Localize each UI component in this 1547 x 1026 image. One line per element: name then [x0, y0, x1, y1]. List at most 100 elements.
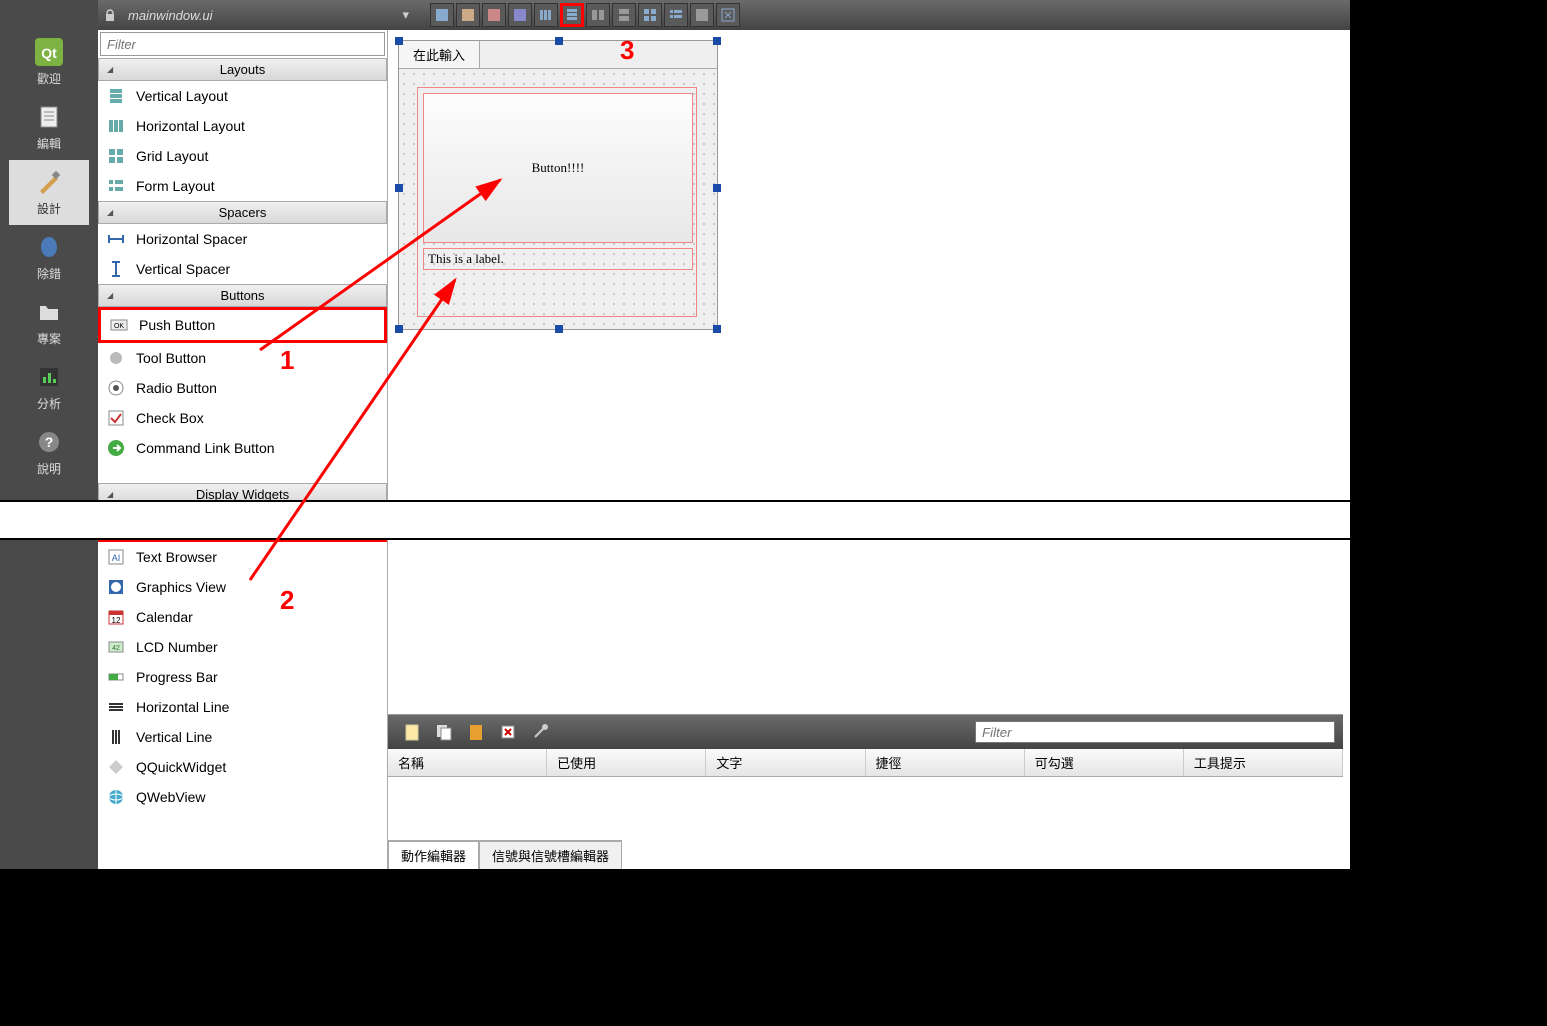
menu-placeholder[interactable]: 在此輸入 [399, 41, 480, 68]
action-filter-input[interactable] [975, 721, 1335, 743]
edit-widgets-icon[interactable] [430, 3, 454, 27]
svg-text:OK: OK [114, 323, 124, 330]
category-header[interactable]: Spacers [98, 201, 387, 224]
lcd-icon: 42 [106, 637, 126, 657]
widget-item-label: Radio Button [136, 380, 217, 396]
svg-text:12: 12 [112, 616, 121, 625]
widget-item-label: LCD Number [136, 639, 218, 655]
edit-tab-order-icon[interactable] [508, 3, 532, 27]
copy-action-icon[interactable] [432, 720, 456, 744]
table-column-header[interactable]: 文字 [706, 749, 865, 776]
widget-item-label: Text Browser [136, 549, 217, 565]
ok-icon: OK [109, 315, 129, 335]
layout-hsplit-icon[interactable] [586, 3, 610, 27]
svg-text:Qt: Qt [41, 45, 57, 61]
action-table-header: 名稱已使用文字捷徑可勾選工具提示 [388, 749, 1343, 777]
widget-item-label: QWebView [136, 789, 206, 805]
label-widget[interactable]: This is a label. [423, 248, 693, 270]
widget-item-label: Horizontal Line [136, 699, 229, 715]
widget-item-form-layout[interactable]: Form Layout [98, 171, 387, 201]
form-window[interactable]: 在此輸入 Button!!!! This is a label. [398, 40, 718, 330]
vertical-layout-container[interactable]: Button!!!! This is a label. [417, 87, 697, 317]
widget-item-graphics-view[interactable]: Graphics View [98, 572, 387, 602]
widget-item-tool-button[interactable]: Tool Button [98, 343, 387, 373]
sidebar-project[interactable]: 專案 [9, 290, 89, 355]
widget-item-horizontal-layout[interactable]: Horizontal Layout [98, 111, 387, 141]
top-toolbar: mainwindow.ui ▾ [98, 0, 1350, 30]
widget-item-label: Horizontal Spacer [136, 231, 247, 247]
quick-icon [106, 757, 126, 777]
layout-form-icon[interactable] [664, 3, 688, 27]
web-icon [106, 787, 126, 807]
mode-sidebar: Qt 歡迎 編輯 設計 除錯 專案 [0, 0, 98, 869]
sidebar-welcome[interactable]: Qt 歡迎 [9, 30, 89, 95]
widget-item-command-link-button[interactable]: Command Link Button [98, 433, 387, 463]
widget-item-label: Form Layout [136, 178, 215, 194]
image-tear-annotation [0, 500, 1350, 540]
sidebar-debug[interactable]: 除錯 [9, 225, 89, 290]
sidebar-design[interactable]: 設計 [9, 160, 89, 225]
wrench-icon [106, 348, 126, 368]
widget-item-check-box[interactable]: Check Box [98, 403, 387, 433]
push-button-widget[interactable]: Button!!!! [423, 93, 693, 243]
edit-signals-icon[interactable] [456, 3, 480, 27]
paste-action-icon[interactable] [464, 720, 488, 744]
widget-item-label: Vertical Spacer [136, 261, 230, 277]
widget-item-vertical-spacer[interactable]: Vertical Spacer [98, 254, 387, 284]
widget-item-horizontal-spacer[interactable]: Horizontal Spacer [98, 224, 387, 254]
sidebar-label: 歡迎 [37, 72, 61, 86]
table-column-header[interactable]: 可勾選 [1025, 749, 1184, 776]
layout-vertical-icon[interactable] [560, 3, 584, 27]
widget-item-grid-layout[interactable]: Grid Layout [98, 141, 387, 171]
widget-item-label: Grid Layout [136, 148, 208, 164]
widget-item-label: Tool Button [136, 350, 206, 366]
widget-filter-input[interactable] [100, 32, 385, 56]
widget-item-text-browser[interactable]: AI Text Browser [98, 542, 387, 572]
delete-action-icon[interactable] [496, 720, 520, 744]
widget-item-qquickwidget[interactable]: QQuickWidget [98, 752, 387, 782]
table-column-header[interactable]: 名稱 [388, 749, 547, 776]
table-column-header[interactable]: 工具提示 [1184, 749, 1343, 776]
sidebar-edit[interactable]: 編輯 [9, 95, 89, 160]
widget-item-lcd-number[interactable]: 42 LCD Number [98, 632, 387, 662]
widget-item-radio-button[interactable]: Radio Button [98, 373, 387, 403]
configure-icon[interactable] [528, 720, 552, 744]
widget-item-label: Vertical Layout [136, 88, 228, 104]
break-layout-icon[interactable] [690, 3, 714, 27]
widget-item-vertical-layout[interactable]: Vertical Layout [98, 81, 387, 111]
check-icon [106, 408, 126, 428]
layout-vsplit-icon[interactable] [612, 3, 636, 27]
table-column-header[interactable]: 捷徑 [866, 749, 1025, 776]
new-action-icon[interactable] [400, 720, 424, 744]
layout-horizontal-icon[interactable] [534, 3, 558, 27]
vlayout-icon [106, 86, 126, 106]
widget-list[interactable]: Layouts Vertical Layout Horizontal Layout G… [98, 58, 387, 869]
document-icon [33, 101, 65, 133]
hspacer-icon [106, 229, 126, 249]
widget-item-label: Graphics View [136, 579, 226, 595]
radio-icon [106, 378, 126, 398]
widget-item-label: QQuickWidget [136, 759, 226, 775]
qt-icon: Qt [33, 36, 65, 68]
adjust-size-icon[interactable] [716, 3, 740, 27]
widget-item-progress-bar[interactable]: Progress Bar [98, 662, 387, 692]
bottom-tab[interactable]: 信號與信號槽編輯器 [479, 841, 622, 869]
edit-buddies-icon[interactable] [482, 3, 506, 27]
category-header[interactable]: Buttons [98, 284, 387, 307]
layout-grid-icon[interactable] [638, 3, 662, 27]
bottom-tab[interactable]: 動作編輯器 [388, 841, 479, 869]
widget-item-push-button[interactable]: OKPush Button [98, 307, 387, 343]
dropdown-arrow-icon[interactable]: ▾ [403, 7, 410, 23]
widget-item-vertical-line[interactable]: Vertical Line [98, 722, 387, 752]
sidebar-help[interactable]: ? 說明 [9, 420, 89, 485]
design-canvas[interactable]: 在此輸入 Button!!!! This is a label. [388, 30, 1350, 869]
ai-icon: AI [106, 547, 126, 567]
category-header[interactable]: Layouts [98, 58, 387, 81]
widget-item-calendar[interactable]: 12Calendar [98, 602, 387, 632]
sidebar-label: 分析 [37, 397, 61, 411]
sidebar-analyze[interactable]: 分析 [9, 355, 89, 420]
table-column-header[interactable]: 已使用 [547, 749, 706, 776]
widget-item-qwebview[interactable]: QWebView [98, 782, 387, 812]
sidebar-label: 編輯 [37, 137, 61, 151]
widget-item-horizontal-line[interactable]: Horizontal Line [98, 692, 387, 722]
